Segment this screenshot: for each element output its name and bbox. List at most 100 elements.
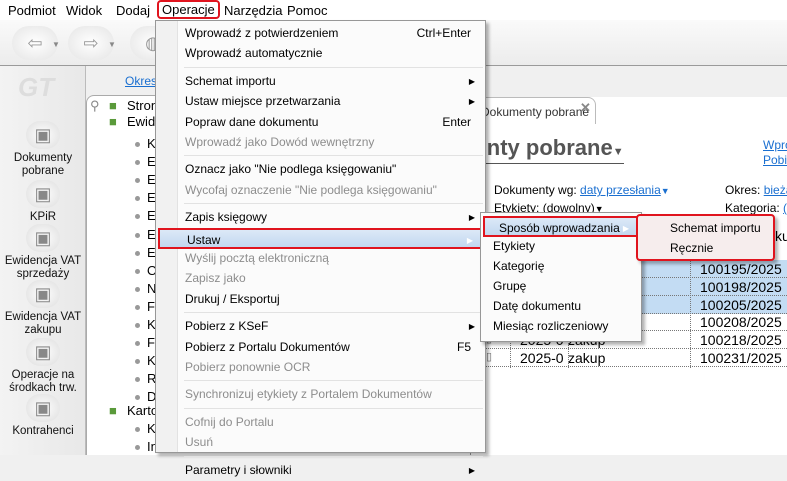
- menu-item-label: Pobierz z KSeF: [185, 319, 269, 334]
- submenu-arrow-icon: ▶: [468, 76, 475, 86]
- bullet-icon: [135, 341, 140, 347]
- bullet-icon: [135, 196, 140, 202]
- column-header[interactable]: ku: [775, 228, 787, 244]
- menu-item-etykiety[interactable]: Etykiety: [483, 236, 639, 257]
- menu-item-pobierz-z-portalu-dokumentow[interactable]: Pobierz z Portalu Dokumentów F5: [158, 337, 483, 358]
- cell-number: 100231/2025: [700, 350, 782, 366]
- menu-item-label: Ręcznie: [670, 241, 714, 255]
- submenu-arrow-icon: ▶: [468, 465, 475, 475]
- tab-dokumenty-pobrane[interactable]: Dokumenty pobrane: [474, 97, 596, 124]
- back-dropdown-caret[interactable]: ▼: [52, 40, 60, 49]
- forward-dropdown-caret[interactable]: ▼: [108, 40, 116, 49]
- menu-item-kategorie[interactable]: Kategorię: [483, 256, 639, 277]
- menu-item-parametry-i-sowniki[interactable]: Parametry i słowniki ▶: [158, 460, 483, 481]
- submenu-arrow-icon: ▶: [468, 322, 475, 332]
- menu-item-wprowadz-automatycznie[interactable]: Wprowadź automatycznie: [158, 43, 483, 64]
- menu-item-wprowadz-z-potwierdzeniem[interactable]: Wprowadź z potwierdzeniem Ctrl+Enter: [158, 23, 483, 44]
- menu-item-label: Parametry i słowniki: [185, 462, 292, 477]
- category-dropdown[interactable]: (d: [783, 201, 787, 215]
- nav-label: KPiR: [29, 211, 57, 223]
- cell-number: 100218/2025: [700, 332, 782, 349]
- menu-item-label: Miesiąc rozliczeniowy: [493, 319, 609, 333]
- menu-item-date-dokumentu[interactable]: Datę dokumentu: [483, 296, 639, 317]
- menu-item-wprowadz-jako-dowod-wewnetrzny: Wprowadź jako Dowód wewnętrzny: [158, 132, 483, 153]
- menu-separator: [184, 66, 483, 68]
- menu-item-ustaw[interactable]: Ustaw ▶: [158, 227, 483, 249]
- period-dropdown[interactable]: bieżą: [764, 183, 787, 197]
- bullet-icon: [135, 268, 140, 274]
- doc-by-dropdown[interactable]: daty przesłania: [580, 183, 661, 197]
- menu-item-recznie[interactable]: Ręcznie: [640, 238, 771, 259]
- ustaw-submenu: Sposób wprowadzania ▶ Etykiety Kategorię Gru…: [480, 212, 642, 342]
- chevron-down-icon[interactable]: ▼: [661, 186, 670, 196]
- menu-item-pobierz-z-ksef[interactable]: Pobierz z KSeF ▶: [158, 316, 483, 337]
- cell-type: zakup: [568, 350, 606, 366]
- menu-separator: [184, 155, 483, 157]
- download-tray-icon: ▣: [26, 121, 60, 149]
- tree-item[interactable]: F: [147, 335, 155, 350]
- menu-item-wycofaj-oznaczenie-nie-podlega-ksiegowaniu: Wycofaj oznaczenie "Nie podlega księgowa…: [158, 180, 483, 201]
- menu-item-popraw-dane-dokumentu[interactable]: Popraw dane dokumentu Enter: [158, 112, 483, 133]
- menu-item-label: Drukuj / Eksportuj: [185, 291, 280, 306]
- bullet-icon: [135, 142, 140, 147]
- menu-separator: [184, 312, 483, 314]
- nav-label: Ewidencja VAT sprzedaży: [4, 255, 82, 280]
- cell-number: 100198/2025: [700, 278, 782, 295]
- menu-item-label: Grupę: [493, 279, 527, 293]
- nav-ewidencja-vat-sprzedazy[interactable]: ▣ Ewidencja VAT sprzedaży: [0, 224, 86, 281]
- close-icon[interactable]: ✕: [580, 100, 591, 116]
- link-wprowadz[interactable]: Wpro: [763, 138, 787, 152]
- menu-item-sposob-wprowadzania[interactable]: Sposób wprowadzania ▶: [483, 216, 639, 237]
- menu-item-grupe[interactable]: Grupę: [483, 276, 639, 297]
- tree-item[interactable]: Karto: [127, 403, 158, 418]
- menu-dodaj[interactable]: Dodaj: [112, 2, 154, 19]
- menu-item-schemat-importu[interactable]: Schemat importu: [640, 218, 771, 239]
- nav-label: Kontrahenci: [12, 425, 74, 437]
- link-pobierz[interactable]: Pobie: [763, 153, 787, 167]
- nav-ewidencja-vat-zakupu[interactable]: ▣ Ewidencja VAT zakupu: [0, 280, 86, 337]
- menu-item-drukuj-eksportuj[interactable]: Drukuj / Eksportuj: [158, 289, 483, 310]
- menu-item-label: Wprowadź jako Dowód wewnętrzny: [185, 135, 375, 149]
- bullet-icon: [135, 395, 140, 401]
- menu-widok[interactable]: Widok: [62, 2, 106, 19]
- menu-item-zapis-ksiegowy[interactable]: Zapis księgowy ▶: [158, 207, 483, 228]
- menu-item-label: Usuń: [185, 435, 214, 450]
- bullet-icon: [135, 178, 140, 184]
- menu-item-oznacz-jako-nie-podlega-ksiegowaniu[interactable]: Oznacz jako "Nie podlega księgowaniu": [158, 159, 483, 180]
- nav-label: Dokumenty pobrane: [13, 152, 73, 177]
- menu-narzedzia[interactable]: Narzędzia: [220, 2, 287, 19]
- person-icon: ▣: [26, 394, 60, 422]
- pin-icon[interactable]: ⚲: [90, 98, 100, 114]
- bullet-icon: [135, 232, 140, 238]
- bullet-icon: [135, 323, 140, 328]
- category-label: Kategoria:: [725, 201, 780, 215]
- nav-operacje-na-srodkach-trw[interactable]: ▣ Operacje na środkach trw.: [0, 338, 86, 395]
- bullet-icon: [135, 214, 140, 220]
- menu-item-label: Zapisz jako: [185, 271, 246, 286]
- nav-dokumenty-pobrane[interactable]: ▣ Dokumenty pobrane: [0, 121, 86, 178]
- cabinet-icon: ▣: [26, 338, 60, 366]
- menu-item-miesiac-rozliczeniowy[interactable]: Miesiąc rozliczeniowy: [483, 316, 639, 337]
- menu-separator: [184, 407, 483, 409]
- nav-kpir[interactable]: ▣ KPiR: [0, 180, 86, 224]
- shortcut: Enter: [442, 114, 471, 129]
- left-navigation: ▣ Dokumenty pobrane ▣ KPiR ▣ Ewidencja VAT sp…: [0, 66, 86, 455]
- menu-item-label: Pobierz ponownie OCR: [185, 360, 311, 374]
- bullet-icon: [135, 427, 140, 432]
- nav-label: Ewidencja VAT zakupu: [4, 311, 82, 336]
- table-row[interactable]: ▯ 2025-0 zakup 100231/2025: [484, 349, 787, 367]
- column-divider: [690, 258, 691, 368]
- menu-item-label: Wyślij pocztą elektroniczną: [185, 251, 329, 265]
- tree-item[interactable]: Stron: [127, 98, 158, 113]
- period-label: Okres:: [725, 183, 761, 197]
- menu-pomoc[interactable]: Pomoc: [283, 2, 331, 19]
- menu-item-ustaw-miejsce-przetwarzania[interactable]: Ustaw miejsce przetwarzania ▶: [158, 91, 483, 112]
- nav-kontrahenci[interactable]: ▣ Kontrahenci: [0, 394, 86, 438]
- menu-item-label: Zapis księgowy: [185, 210, 268, 225]
- okres-link[interactable]: Okres: [125, 74, 157, 88]
- menu-item-schemat-importu[interactable]: Schemat importu ▶: [158, 71, 483, 92]
- bullet-icon: [135, 286, 140, 292]
- tree-item[interactable]: F: [147, 299, 155, 314]
- menu-operacje[interactable]: Operacje: [157, 0, 220, 19]
- menu-podmiot[interactable]: Podmiot: [4, 2, 60, 19]
